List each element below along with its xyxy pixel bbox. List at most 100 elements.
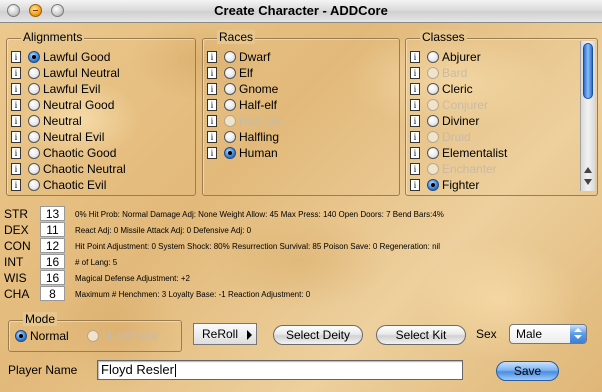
classes-item[interactable]: i Fighter: [410, 177, 479, 193]
radio-icon: [427, 99, 439, 111]
races-item[interactable]: i Human: [207, 145, 278, 161]
info-button[interactable]: i: [11, 115, 21, 127]
alignments-item[interactable]: i Chaotic Good: [11, 145, 116, 161]
radio-icon[interactable]: [427, 179, 439, 191]
scroll-up-arrow-icon[interactable]: [584, 167, 592, 173]
races-item[interactable]: i Elf: [207, 65, 253, 81]
alignments-item[interactable]: i Chaotic Evil: [11, 177, 106, 193]
classes-scrollbar[interactable]: [580, 41, 595, 191]
stat-label: STR: [4, 207, 28, 221]
info-button[interactable]: i: [207, 115, 217, 127]
radio-icon[interactable]: [28, 51, 40, 63]
info-button[interactable]: i: [410, 179, 420, 191]
classes-item: i Druid: [410, 129, 471, 145]
select-deity-button[interactable]: Select Deity: [273, 325, 363, 345]
info-button[interactable]: i: [11, 51, 21, 63]
radio-icon: [224, 115, 236, 127]
info-button[interactable]: i: [410, 99, 420, 111]
radio-icon[interactable]: [28, 67, 40, 79]
alignments-item-label: Lawful Good: [43, 50, 111, 64]
stat-value: 8: [40, 286, 65, 301]
mode-option-normal[interactable]: Normal: [15, 328, 69, 344]
radio-icon[interactable]: [224, 99, 236, 111]
info-button[interactable]: i: [207, 67, 217, 79]
info-button[interactable]: i: [207, 131, 217, 143]
radio-icon[interactable]: [224, 131, 236, 143]
sex-popup[interactable]: Male: [509, 324, 587, 344]
stat-value: 12: [40, 238, 65, 253]
info-button[interactable]: i: [410, 147, 420, 159]
sex-value: Male: [516, 327, 543, 341]
races-item-label: Dwarf: [239, 50, 271, 64]
alignments-item-label: Lawful Evil: [43, 82, 101, 96]
info-button[interactable]: i: [207, 83, 217, 95]
radio-icon[interactable]: [224, 147, 236, 159]
alignments-item[interactable]: i Chaotic Neutral: [11, 161, 126, 177]
info-button[interactable]: i: [410, 67, 420, 79]
info-button[interactable]: i: [410, 115, 420, 127]
races-item: i Half-Orc: [207, 113, 284, 129]
classes-item: i Bard: [410, 65, 467, 81]
radio-icon[interactable]: [427, 51, 439, 63]
alignments-item-label: Chaotic Evil: [43, 178, 107, 192]
races-item[interactable]: i Dwarf: [207, 49, 270, 65]
radio-icon[interactable]: [28, 115, 40, 127]
alignments-item[interactable]: i Lawful Evil: [11, 81, 100, 97]
classes-item-label: Bard: [442, 66, 468, 80]
select-kit-button[interactable]: Select Kit: [376, 325, 466, 345]
alignments-item[interactable]: i Neutral Evil: [11, 129, 104, 145]
reroll-label: ReRoll: [202, 327, 239, 341]
radio-icon[interactable]: [224, 83, 236, 95]
races-item[interactable]: i Halfling: [207, 129, 279, 145]
info-button[interactable]: i: [207, 99, 217, 111]
classes-item-label: Fighter: [442, 178, 480, 192]
radio-icon[interactable]: [28, 147, 40, 159]
scrollbar-thumb[interactable]: [583, 43, 593, 99]
scroll-down-arrow-icon[interactable]: [584, 179, 592, 185]
player-name-field[interactable]: Floyd Resler: [97, 360, 463, 380]
info-button[interactable]: i: [11, 147, 21, 159]
races-item-label: Elf: [239, 66, 254, 80]
info-button[interactable]: i: [207, 51, 217, 63]
classes-item[interactable]: i Diviner: [410, 113, 479, 129]
radio-icon[interactable]: [224, 51, 236, 63]
info-button[interactable]: i: [11, 99, 21, 111]
info-button[interactable]: i: [207, 147, 217, 159]
popup-arrows-icon: [570, 325, 586, 343]
races-item[interactable]: i Half-elf: [207, 97, 277, 113]
alignments-item[interactable]: i Neutral: [11, 113, 82, 129]
alignments-item[interactable]: i Lawful Neutral: [11, 65, 120, 81]
radio-icon[interactable]: [427, 83, 439, 95]
info-button[interactable]: i: [410, 163, 420, 175]
races-item[interactable]: i Gnome: [207, 81, 278, 97]
classes-item[interactable]: i Abjurer: [410, 49, 481, 65]
info-button[interactable]: i: [11, 179, 21, 191]
radio-icon[interactable]: [28, 179, 40, 191]
info-button[interactable]: i: [11, 67, 21, 79]
alignments-item[interactable]: i Neutral Good: [11, 97, 114, 113]
radio-icon[interactable]: [28, 83, 40, 95]
alignments-item-label: Chaotic Good: [43, 146, 117, 160]
info-button[interactable]: i: [410, 83, 420, 95]
text-caret: [174, 364, 176, 378]
radio-icon[interactable]: [427, 147, 439, 159]
mode-option-multiclass[interactable]: MultiClass: [87, 328, 157, 344]
radio-icon[interactable]: [427, 115, 439, 127]
info-button[interactable]: i: [11, 83, 21, 95]
radio-icon[interactable]: [28, 131, 40, 143]
stat-label: INT: [4, 255, 24, 269]
radio-icon[interactable]: [28, 163, 40, 175]
info-button[interactable]: i: [11, 163, 21, 175]
classes-item[interactable]: i Elementalist: [410, 145, 507, 161]
classes-item[interactable]: i Cleric: [410, 81, 473, 97]
radio-icon[interactable]: [224, 67, 236, 79]
reroll-button[interactable]: ReRoll: [193, 323, 257, 345]
radio-icon: [15, 330, 27, 342]
info-button[interactable]: i: [11, 131, 21, 143]
stat-description: 0% Hit Prob: Normal Damage Adj: None Wei…: [75, 210, 444, 219]
info-button[interactable]: i: [410, 51, 420, 63]
info-button[interactable]: i: [410, 131, 420, 143]
radio-icon[interactable]: [28, 99, 40, 111]
alignments-item[interactable]: i Lawful Good: [11, 49, 110, 65]
save-button[interactable]: Save: [496, 361, 559, 381]
